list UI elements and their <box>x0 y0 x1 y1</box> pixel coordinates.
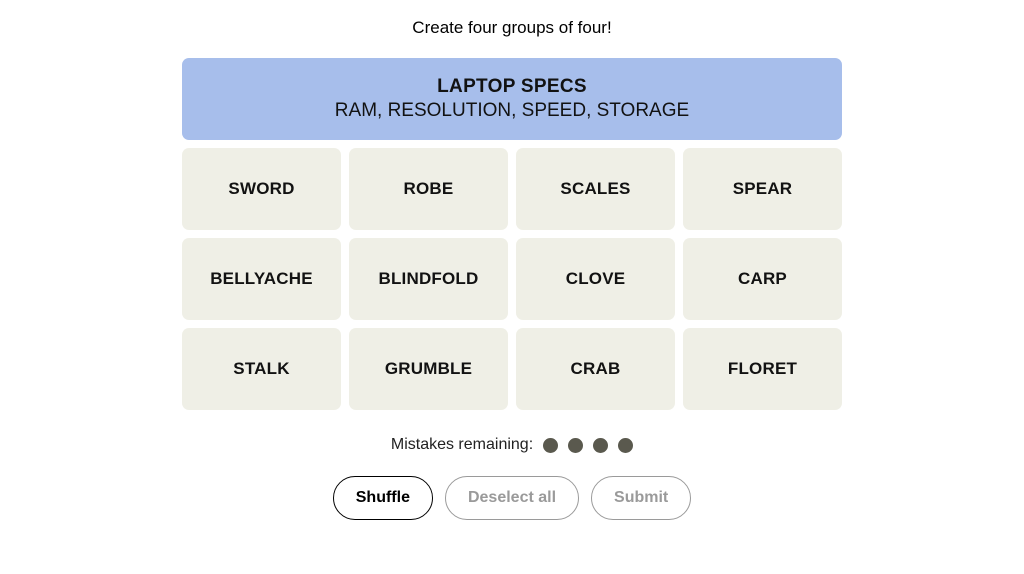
shuffle-button[interactable]: Shuffle <box>333 476 433 520</box>
solved-category-label: LAPTOP SPECS <box>437 76 587 98</box>
word-tile[interactable]: GRUMBLE <box>349 328 508 410</box>
word-tile[interactable]: CLOVE <box>516 238 675 320</box>
mistakes-container: Mistakes remaining: <box>391 436 633 454</box>
mistake-dot <box>593 438 608 453</box>
mistake-dot <box>543 438 558 453</box>
tile-row: STALK GRUMBLE CRAB FLORET <box>182 328 842 410</box>
word-tile[interactable]: SWORD <box>182 148 341 230</box>
word-tile[interactable]: SCALES <box>516 148 675 230</box>
mistakes-label: Mistakes remaining: <box>391 436 533 454</box>
tile-row: BELLYACHE BLINDFOLD CLOVE CARP <box>182 238 842 320</box>
word-tile[interactable]: ROBE <box>349 148 508 230</box>
tile-row: SWORD ROBE SCALES SPEAR <box>182 148 842 230</box>
deselect-all-button[interactable]: Deselect all <box>445 476 579 520</box>
controls-row: Shuffle Deselect all Submit <box>333 476 692 520</box>
word-tile[interactable]: CARP <box>683 238 842 320</box>
word-tile[interactable]: STALK <box>182 328 341 410</box>
word-tile[interactable]: FLORET <box>683 328 842 410</box>
word-tile[interactable]: SPEAR <box>683 148 842 230</box>
mistake-dot <box>568 438 583 453</box>
game-board: LAPTOP SPECS RAM, RESOLUTION, SPEED, STO… <box>182 58 842 410</box>
instructions-text: Create four groups of four! <box>412 18 611 38</box>
word-tile[interactable]: BLINDFOLD <box>349 238 508 320</box>
word-tile[interactable]: CRAB <box>516 328 675 410</box>
mistake-dot <box>618 438 633 453</box>
mistakes-dots <box>543 438 633 453</box>
solved-group: LAPTOP SPECS RAM, RESOLUTION, SPEED, STO… <box>182 58 842 140</box>
word-tile[interactable]: BELLYACHE <box>182 238 341 320</box>
submit-button[interactable]: Submit <box>591 476 691 520</box>
solved-words-label: RAM, RESOLUTION, SPEED, STORAGE <box>335 100 689 122</box>
